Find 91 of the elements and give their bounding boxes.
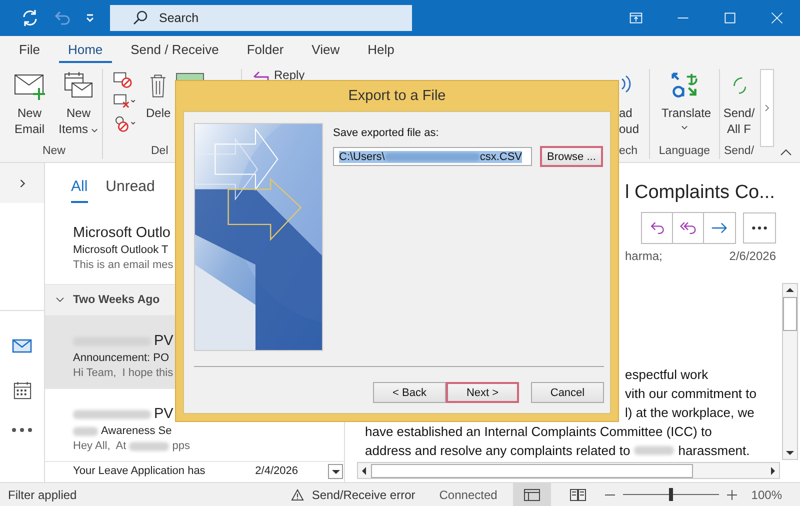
sender-name: PV — [154, 332, 174, 351]
scroll-down-button[interactable] — [328, 464, 343, 479]
scroll-thumb[interactable] — [371, 464, 693, 478]
filter-tab[interactable]: All — [71, 176, 88, 203]
blurred-text — [73, 427, 98, 436]
scrollbar[interactable] — [782, 283, 798, 460]
body-text: have established an Internal Complaints Committee (ICC) to — [365, 424, 712, 439]
sync-icon[interactable] — [20, 8, 40, 28]
ribbon-tab[interactable]: View — [302, 38, 349, 62]
normal-view-button[interactable] — [513, 483, 552, 506]
mail-icon[interactable] — [12, 338, 32, 354]
scroll-down-icon — [785, 450, 795, 456]
reply-button[interactable]: Reply — [252, 69, 305, 82]
scrollbar[interactable] — [357, 462, 780, 479]
group-label: Language — [658, 144, 710, 159]
message-preview: This is an email mes — [73, 258, 174, 273]
caret-icon — [91, 128, 98, 133]
layout-icon — [523, 488, 542, 502]
group-label: ech — [619, 144, 638, 159]
translate-button[interactable]: Translate — [658, 69, 710, 132]
message-subject: Announcement: PO — [73, 351, 170, 366]
scroll-up-icon — [785, 287, 795, 293]
message-subject: Microsoft Outlook T — [73, 243, 170, 258]
file-path-field[interactable]: C:\Users\ csx.CSV — [333, 147, 532, 166]
new-email-button[interactable]: New Email — [6, 69, 53, 139]
caret-icon — [681, 125, 688, 130]
cancel-button[interactable]: Cancel — [531, 382, 604, 403]
group-label: New — [42, 144, 66, 159]
zoom-level: 100% — [751, 488, 782, 502]
next-button[interactable]: Next > — [446, 382, 519, 403]
delete-button[interactable]: Dele — [143, 69, 174, 123]
ribbon-tab[interactable]: Help — [358, 38, 404, 62]
more-icon[interactable] — [743, 212, 776, 244]
ribbon-tab[interactable]: Send / Receive — [122, 38, 228, 62]
dialog-title: Export to a File — [348, 88, 446, 104]
book-icon — [569, 488, 588, 502]
chevron-right-icon — [764, 104, 770, 112]
scroll-thumb[interactable] — [783, 297, 797, 331]
body-text: address and resolve any complaints related to — [365, 443, 630, 458]
body-text: vith our commitment to — [625, 386, 756, 401]
browse-button[interactable]: Browse ... — [540, 146, 603, 167]
message-title: l Complaints Co... — [625, 182, 775, 203]
blurred-text — [129, 442, 170, 451]
sender-name: Microsoft Outlo — [73, 224, 172, 243]
maximize-icon[interactable] — [723, 11, 737, 25]
search-field[interactable]: Search — [110, 5, 412, 31]
group-title: Two Weeks Ago — [73, 294, 160, 306]
status-text[interactable]: Send/Receive error — [312, 488, 416, 502]
message-preview: Hi Team, I hope this — [73, 366, 174, 381]
message-subject: Awareness Se — [101, 424, 172, 439]
ribbon-display-icon[interactable] — [629, 11, 643, 25]
sender-name: PV — [154, 405, 174, 424]
message-preview: Hey All, At — [73, 439, 126, 454]
status-text: Filter applied — [8, 488, 77, 502]
recipient-text: harma; — [625, 249, 662, 263]
message-date: 2/4/2026 — [255, 464, 298, 479]
scroll-down-icon — [330, 468, 340, 474]
blurred-text — [634, 446, 674, 455]
zoom-in-icon[interactable] — [727, 490, 738, 500]
scroll-left-icon — [361, 466, 367, 476]
reply-icon — [252, 70, 270, 82]
read-aloud-button[interactable]: ad oud — [619, 69, 640, 139]
ribbon-tab[interactable]: Folder — [238, 38, 293, 62]
new-items-button[interactable]: New Items — [55, 69, 102, 139]
clean-up-icon[interactable] — [112, 93, 138, 111]
filter-tab[interactable]: Unread — [106, 176, 155, 203]
message-subject: Your Leave Application has — [73, 464, 206, 479]
calendar-icon[interactable] — [12, 381, 32, 400]
slider-thumb[interactable] — [669, 488, 674, 501]
ribbon-tab[interactable]: File — [10, 38, 49, 62]
body-text: espectful work — [625, 367, 708, 382]
close-icon[interactable] — [770, 11, 784, 25]
group-label: Send/ — [724, 144, 754, 159]
status-text: Connected — [439, 488, 498, 502]
body-text: l) at the workplace, we — [625, 405, 754, 420]
search-icon — [132, 10, 148, 26]
message-date: 2/6/2026 — [729, 249, 776, 263]
back-button[interactable]: < Back — [373, 382, 446, 403]
group-label: Del — [151, 144, 168, 159]
scroll-right-icon — [770, 466, 776, 476]
dropdown-icon[interactable] — [84, 12, 96, 24]
message-preview: pps — [172, 439, 190, 454]
body-text: harassment. — [678, 443, 750, 458]
warning-icon — [290, 488, 304, 500]
collapse-ribbon-icon[interactable] — [780, 148, 792, 156]
chevron-right-icon — [18, 178, 26, 188]
send-receive-all-button[interactable]: Send/ All F — [720, 69, 758, 139]
more-icon[interactable] — [11, 427, 33, 433]
ignore-icon[interactable] — [112, 71, 134, 89]
field-label: Save exported file as: — [333, 127, 440, 139]
chevron-down-icon — [55, 296, 65, 304]
